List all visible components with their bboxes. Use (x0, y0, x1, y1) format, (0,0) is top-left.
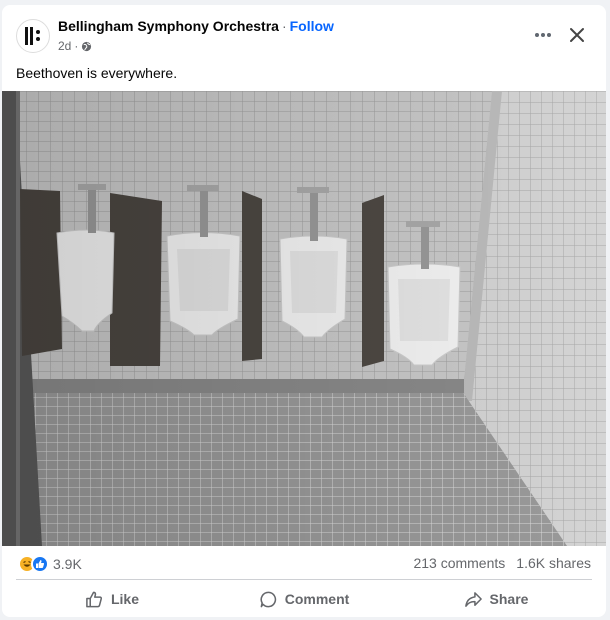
comment-label: Comment (284, 591, 350, 607)
like-reaction-icon (31, 555, 49, 573)
restroom-urinals-image (2, 91, 606, 546)
share-arrow-icon (464, 591, 482, 607)
post-photo[interactable] (2, 91, 606, 546)
post-header-title: Bellingham Symphony Orchestra · Follow (58, 18, 334, 34)
close-button[interactable] (563, 21, 591, 49)
reactions-summary[interactable]: 3.9K (18, 555, 82, 573)
more-options-button[interactable] (529, 21, 557, 49)
thumbs-up-small-icon (36, 560, 45, 568)
page-name-link[interactable]: Bellingham Symphony Orchestra (58, 18, 279, 34)
reaction-count: 3.9K (53, 556, 82, 572)
shares-count[interactable]: 1.6K shares (516, 555, 591, 571)
title-separator: · (281, 18, 287, 34)
more-horizontal-icon (535, 33, 551, 37)
actions-divider (16, 579, 592, 580)
engagement-stats: 3.9K 213 comments 1.6K shares (2, 546, 606, 580)
comment-bubble-icon (260, 591, 276, 607)
globe-icon (82, 41, 92, 51)
comments-count[interactable]: 213 comments (413, 555, 505, 571)
post-actions-bar: Like Comment Share (16, 582, 592, 616)
post-timestamp[interactable]: 2d (58, 39, 71, 53)
page-avatar[interactable] (16, 19, 50, 53)
like-button[interactable]: Like (16, 582, 208, 616)
follow-button[interactable]: Follow (290, 18, 334, 34)
counts-group: 213 comments 1.6K shares (413, 555, 591, 571)
post-caption: Beethoven is everywhere. (16, 65, 178, 81)
close-icon (570, 28, 584, 42)
share-label: Share (489, 591, 529, 607)
post-meta: 2d · (58, 39, 92, 53)
meta-separator: · (74, 39, 79, 53)
like-label: Like (110, 591, 139, 607)
comment-button[interactable]: Comment (208, 582, 400, 616)
share-button[interactable]: Share (400, 582, 592, 616)
post-card: Bellingham Symphony Orchestra · Follow 2d … (2, 5, 606, 617)
orchestra-logo-icon (25, 27, 40, 45)
thumbs-up-icon (86, 591, 103, 607)
